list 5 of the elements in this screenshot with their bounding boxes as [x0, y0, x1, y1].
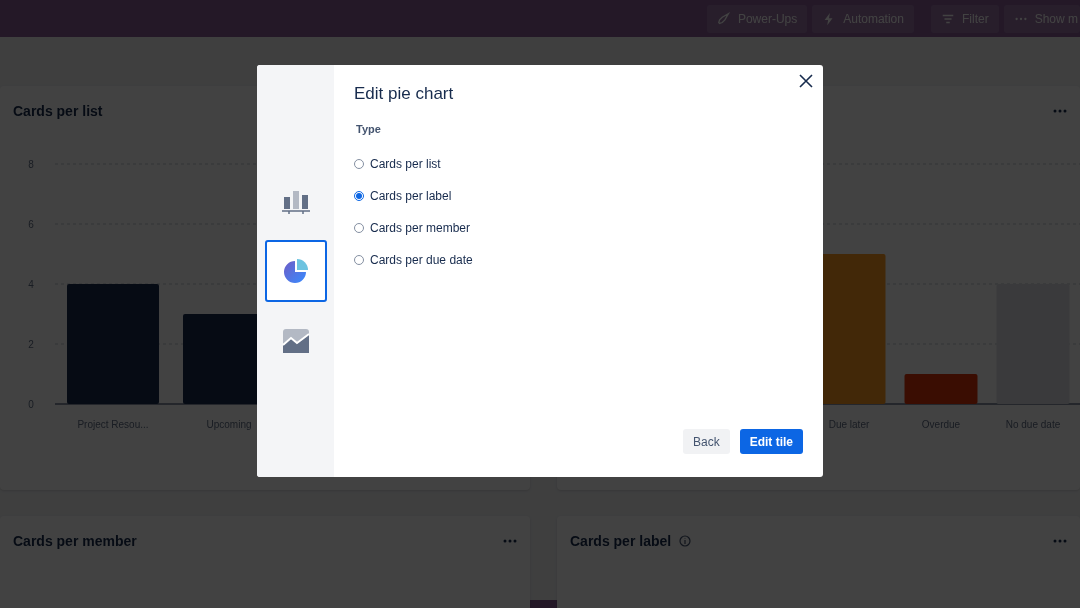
field-label: Type	[356, 121, 382, 137]
tile-title: Cards per list	[13, 101, 103, 121]
tile-title: Cards per label	[570, 531, 672, 551]
dialog-title: Edit pie chart	[354, 83, 455, 105]
tile-title: Cards per member	[13, 531, 137, 551]
